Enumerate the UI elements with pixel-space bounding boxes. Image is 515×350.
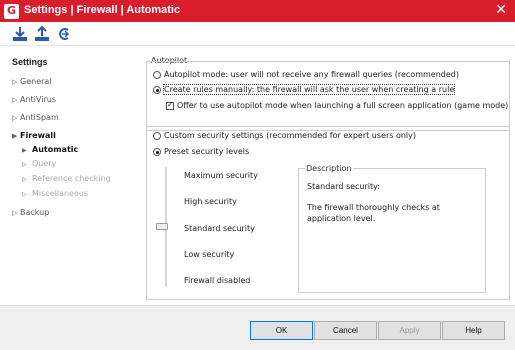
custom-security-radio[interactable]: Custom security settings (recommended fo… (153, 131, 416, 140)
radio-dot (153, 85, 161, 94)
radio-label: Autopilot mode: user will not receive an… (164, 70, 459, 79)
apply-button[interactable]: Apply (378, 321, 441, 340)
description-body: The firewall thoroughly checks at applic… (307, 203, 440, 223)
sidebar-item-antispam[interactable]: ▷ AntiSpam (12, 113, 59, 122)
radio-dot (153, 70, 161, 79)
sidebar-item-general[interactable]: ▷ General (12, 77, 52, 86)
sidebar-item-label: AntiVirus (20, 95, 56, 104)
sidebar-item-antivirus[interactable]: ▷ AntiVirus (12, 95, 56, 104)
gdata-logo: G (4, 4, 19, 19)
chevron-right-icon: ▷ (22, 191, 27, 198)
sidebar-item-label: Backup (20, 208, 50, 217)
reset-icon[interactable] (56, 26, 72, 42)
sidebar-item-label: General (20, 77, 52, 86)
sidebar-item-firewall[interactable]: ▶ Firewall (12, 131, 56, 140)
sidebar: Settings ▷ General ▷ AntiVirus ▷ AntiSpam ▶… (0, 47, 139, 305)
footer-bar: OK Cancel Apply Help (0, 305, 515, 350)
chevron-right-icon: ▶ (22, 147, 27, 154)
chevron-right-icon: ▷ (12, 96, 18, 104)
sidebar-subitem-label: Query (32, 159, 57, 168)
preset-security-radio[interactable]: Preset security levels (153, 147, 249, 156)
security-slider-thumb[interactable] (156, 223, 168, 230)
chevron-right-icon: ▷ (22, 161, 27, 168)
sidebar-heading: Settings (12, 57, 48, 67)
radio-dot (153, 147, 161, 156)
sidebar-subitem-query[interactable]: ▷ Query (22, 159, 56, 168)
radio-label: Create rules manually: the firewall will… (162, 84, 456, 95)
radio-label: Custom security settings (recommended fo… (164, 131, 416, 140)
description-legend: Description (305, 164, 353, 173)
logo-letter: G (7, 4, 17, 17)
help-button[interactable]: Help (442, 321, 505, 340)
description-box: Description Standard security: The firew… (298, 164, 486, 293)
title-bar: G Settings | Firewall | Automatic ✕ (0, 0, 515, 22)
chevron-right-icon: ▷ (12, 78, 18, 86)
ok-button[interactable]: OK (250, 321, 313, 340)
upload-icon[interactable] (34, 26, 50, 42)
cancel-button[interactable]: Cancel (314, 321, 377, 340)
radio-dot (153, 131, 161, 140)
game-mode-checkbox[interactable]: Offer to use autopilot mode when launchi… (166, 100, 509, 110)
chevron-right-icon: ▷ (12, 114, 18, 122)
chevron-right-icon: ▶ (12, 132, 18, 140)
checkbox-label: Offer to use autopilot mode when launchi… (177, 101, 509, 110)
window-title: Settings | Firewall | Automatic (24, 4, 181, 16)
level-high-security[interactable]: High security (184, 197, 237, 206)
checkbox-box (166, 100, 174, 110)
sidebar-subitem-miscellaneous[interactable]: ▷ Miscellaneous (22, 189, 88, 198)
radio-label: Preset security levels (164, 147, 250, 156)
description-title: Standard security: (307, 182, 380, 191)
autopilot-mode-radio[interactable]: Autopilot mode: user will not receive an… (153, 70, 459, 79)
sidebar-item-backup[interactable]: ▷ Backup (12, 208, 49, 217)
toolbar (0, 22, 515, 46)
level-maximum-security[interactable]: Maximum security (184, 171, 258, 180)
sidebar-subitem-label: Miscellaneous (32, 189, 89, 198)
manual-rules-radio[interactable]: Create rules manually: the firewall will… (153, 84, 456, 95)
chevron-right-icon: ▷ (12, 209, 18, 217)
sidebar-subitem-automatic[interactable]: ▶ Automatic (22, 145, 78, 154)
level-standard-security[interactable]: Standard security (184, 224, 255, 233)
sidebar-item-label: AntiSpam (20, 113, 59, 122)
sidebar-subitem-reference-checking[interactable]: ▷ Reference checking (22, 174, 111, 183)
close-icon[interactable]: ✕ (495, 2, 507, 18)
sidebar-item-label: Firewall (20, 131, 56, 140)
sidebar-subitem-label: Automatic (32, 145, 79, 154)
download-icon[interactable] (12, 26, 28, 42)
sidebar-subitem-label: Reference checking (32, 174, 111, 183)
content-panel: Autopilot Autopilot mode: user will not … (139, 47, 515, 305)
level-firewall-disabled[interactable]: Firewall disabled (184, 276, 250, 285)
level-low-security[interactable]: Low security (184, 250, 234, 259)
chevron-right-icon: ▷ (22, 176, 27, 183)
